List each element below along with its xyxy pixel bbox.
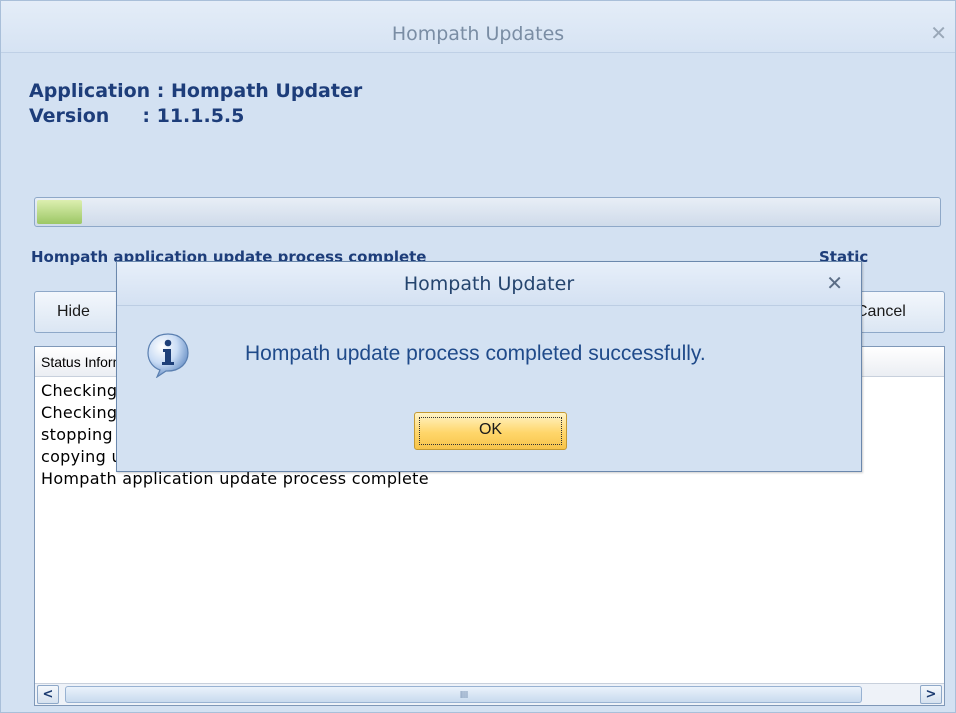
title-bar[interactable]: Hompath Updates ✕: [1, 1, 955, 53]
dialog-close-icon[interactable]: ✕: [826, 271, 843, 295]
scroll-grip-icon: IIII: [459, 690, 469, 701]
hide-button[interactable]: Hide: [34, 291, 124, 333]
window-title: Hompath Updates: [391, 23, 565, 45]
scroll-thumb[interactable]: IIII: [65, 686, 862, 703]
application-label: Application : Hompath Updater: [29, 80, 363, 102]
app-info: Application : Hompath Updater Version : …: [29, 79, 362, 129]
close-icon[interactable]: ✕: [930, 21, 947, 45]
message-dialog: Hompath Updater ✕ Hompath update process…: [116, 261, 862, 472]
focus-rect: [419, 417, 562, 445]
progress-bar: [34, 197, 941, 227]
dialog-message: Hompath update process completed success…: [245, 342, 706, 365]
dialog-title-bar[interactable]: Hompath Updater ✕: [117, 262, 861, 306]
version-label: Version : 11.1.5.5: [29, 105, 245, 127]
info-icon: [147, 333, 189, 378]
scroll-left-icon[interactable]: <: [37, 685, 59, 704]
horizontal-scrollbar[interactable]: < IIII >: [35, 683, 944, 705]
ok-button[interactable]: OK: [414, 412, 567, 450]
dialog-title: Hompath Updater: [403, 273, 575, 295]
scroll-right-icon[interactable]: >: [920, 685, 942, 704]
progress-fill: [37, 200, 82, 224]
